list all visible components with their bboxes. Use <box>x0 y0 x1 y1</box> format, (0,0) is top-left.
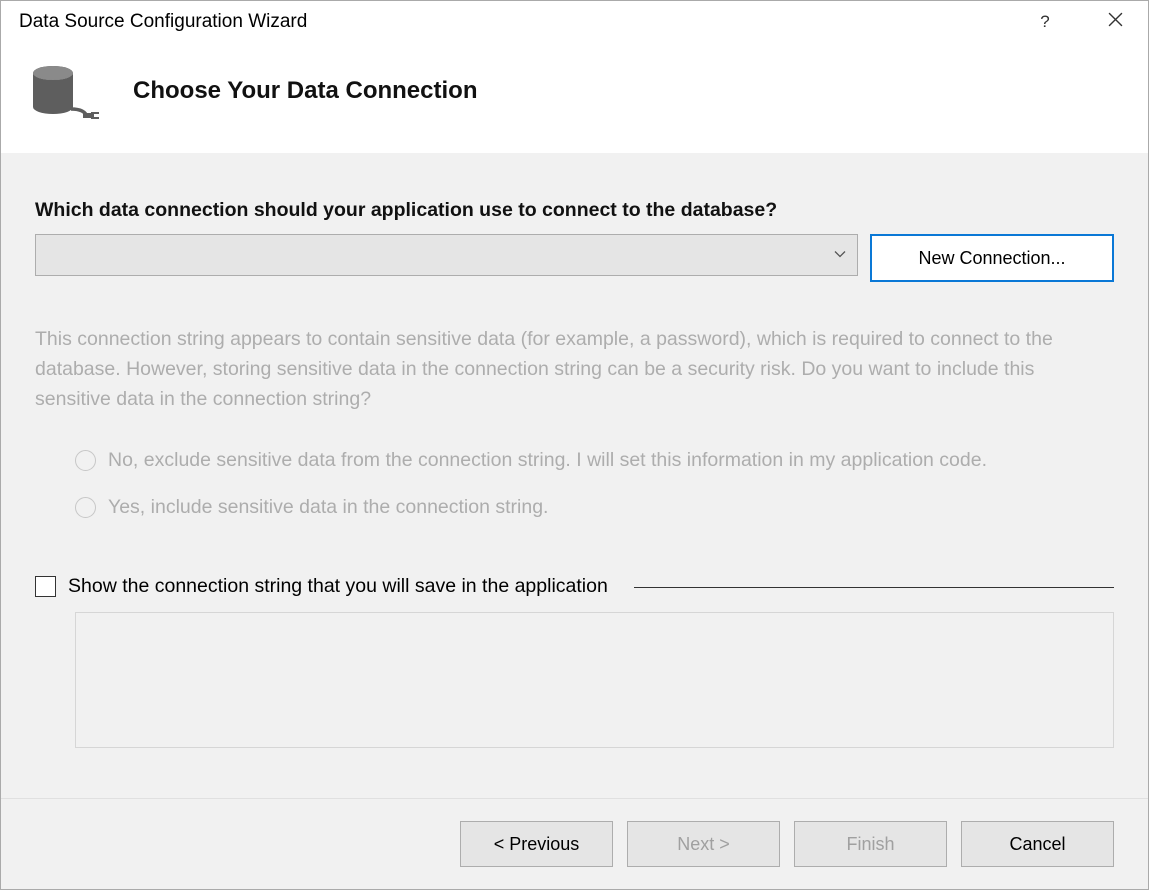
connection-row: New Connection... <box>35 234 1114 282</box>
sensitive-data-radio-group: No, exclude sensitive data from the conn… <box>35 449 1114 543</box>
show-connection-string-label: Show the connection string that you will… <box>68 575 608 598</box>
sensitive-data-info: This connection string appears to contai… <box>35 324 1114 415</box>
connection-question: Which data connection should your applic… <box>35 199 1114 222</box>
database-icon <box>27 63 101 125</box>
wizard-header: Choose Your Data Connection <box>1 43 1148 153</box>
wizard-content: Which data connection should your applic… <box>1 153 1148 798</box>
radio-exclude-sensitive: No, exclude sensitive data from the conn… <box>75 449 1114 472</box>
chevron-down-icon <box>833 247 847 264</box>
radio-include-sensitive: Yes, include sensitive data in the conne… <box>75 496 1114 519</box>
new-connection-button[interactable]: New Connection... <box>870 234 1114 282</box>
radio-include-label: Yes, include sensitive data in the conne… <box>108 496 548 519</box>
previous-button[interactable]: < Previous <box>460 821 613 867</box>
close-button[interactable] <box>1100 12 1130 32</box>
next-button[interactable]: Next > <box>627 821 780 867</box>
divider-line <box>634 587 1114 588</box>
radio-icon <box>75 497 96 518</box>
radio-exclude-label: No, exclude sensitive data from the conn… <box>108 449 987 472</box>
close-icon <box>1108 12 1123 31</box>
show-connection-string-checkbox[interactable] <box>35 576 56 597</box>
titlebar-controls: ? <box>1030 12 1130 32</box>
cancel-button[interactable]: Cancel <box>961 821 1114 867</box>
page-title: Choose Your Data Connection <box>133 77 477 105</box>
finish-button[interactable]: Finish <box>794 821 947 867</box>
connection-string-display <box>75 612 1114 748</box>
connection-dropdown[interactable] <box>35 234 858 276</box>
titlebar: Data Source Configuration Wizard ? <box>1 1 1148 43</box>
window-title: Data Source Configuration Wizard <box>19 11 1030 33</box>
show-connection-string-row: Show the connection string that you will… <box>35 575 1114 598</box>
wizard-button-bar: < Previous Next > Finish Cancel <box>1 798 1148 889</box>
help-button[interactable]: ? <box>1030 12 1060 32</box>
radio-icon <box>75 450 96 471</box>
